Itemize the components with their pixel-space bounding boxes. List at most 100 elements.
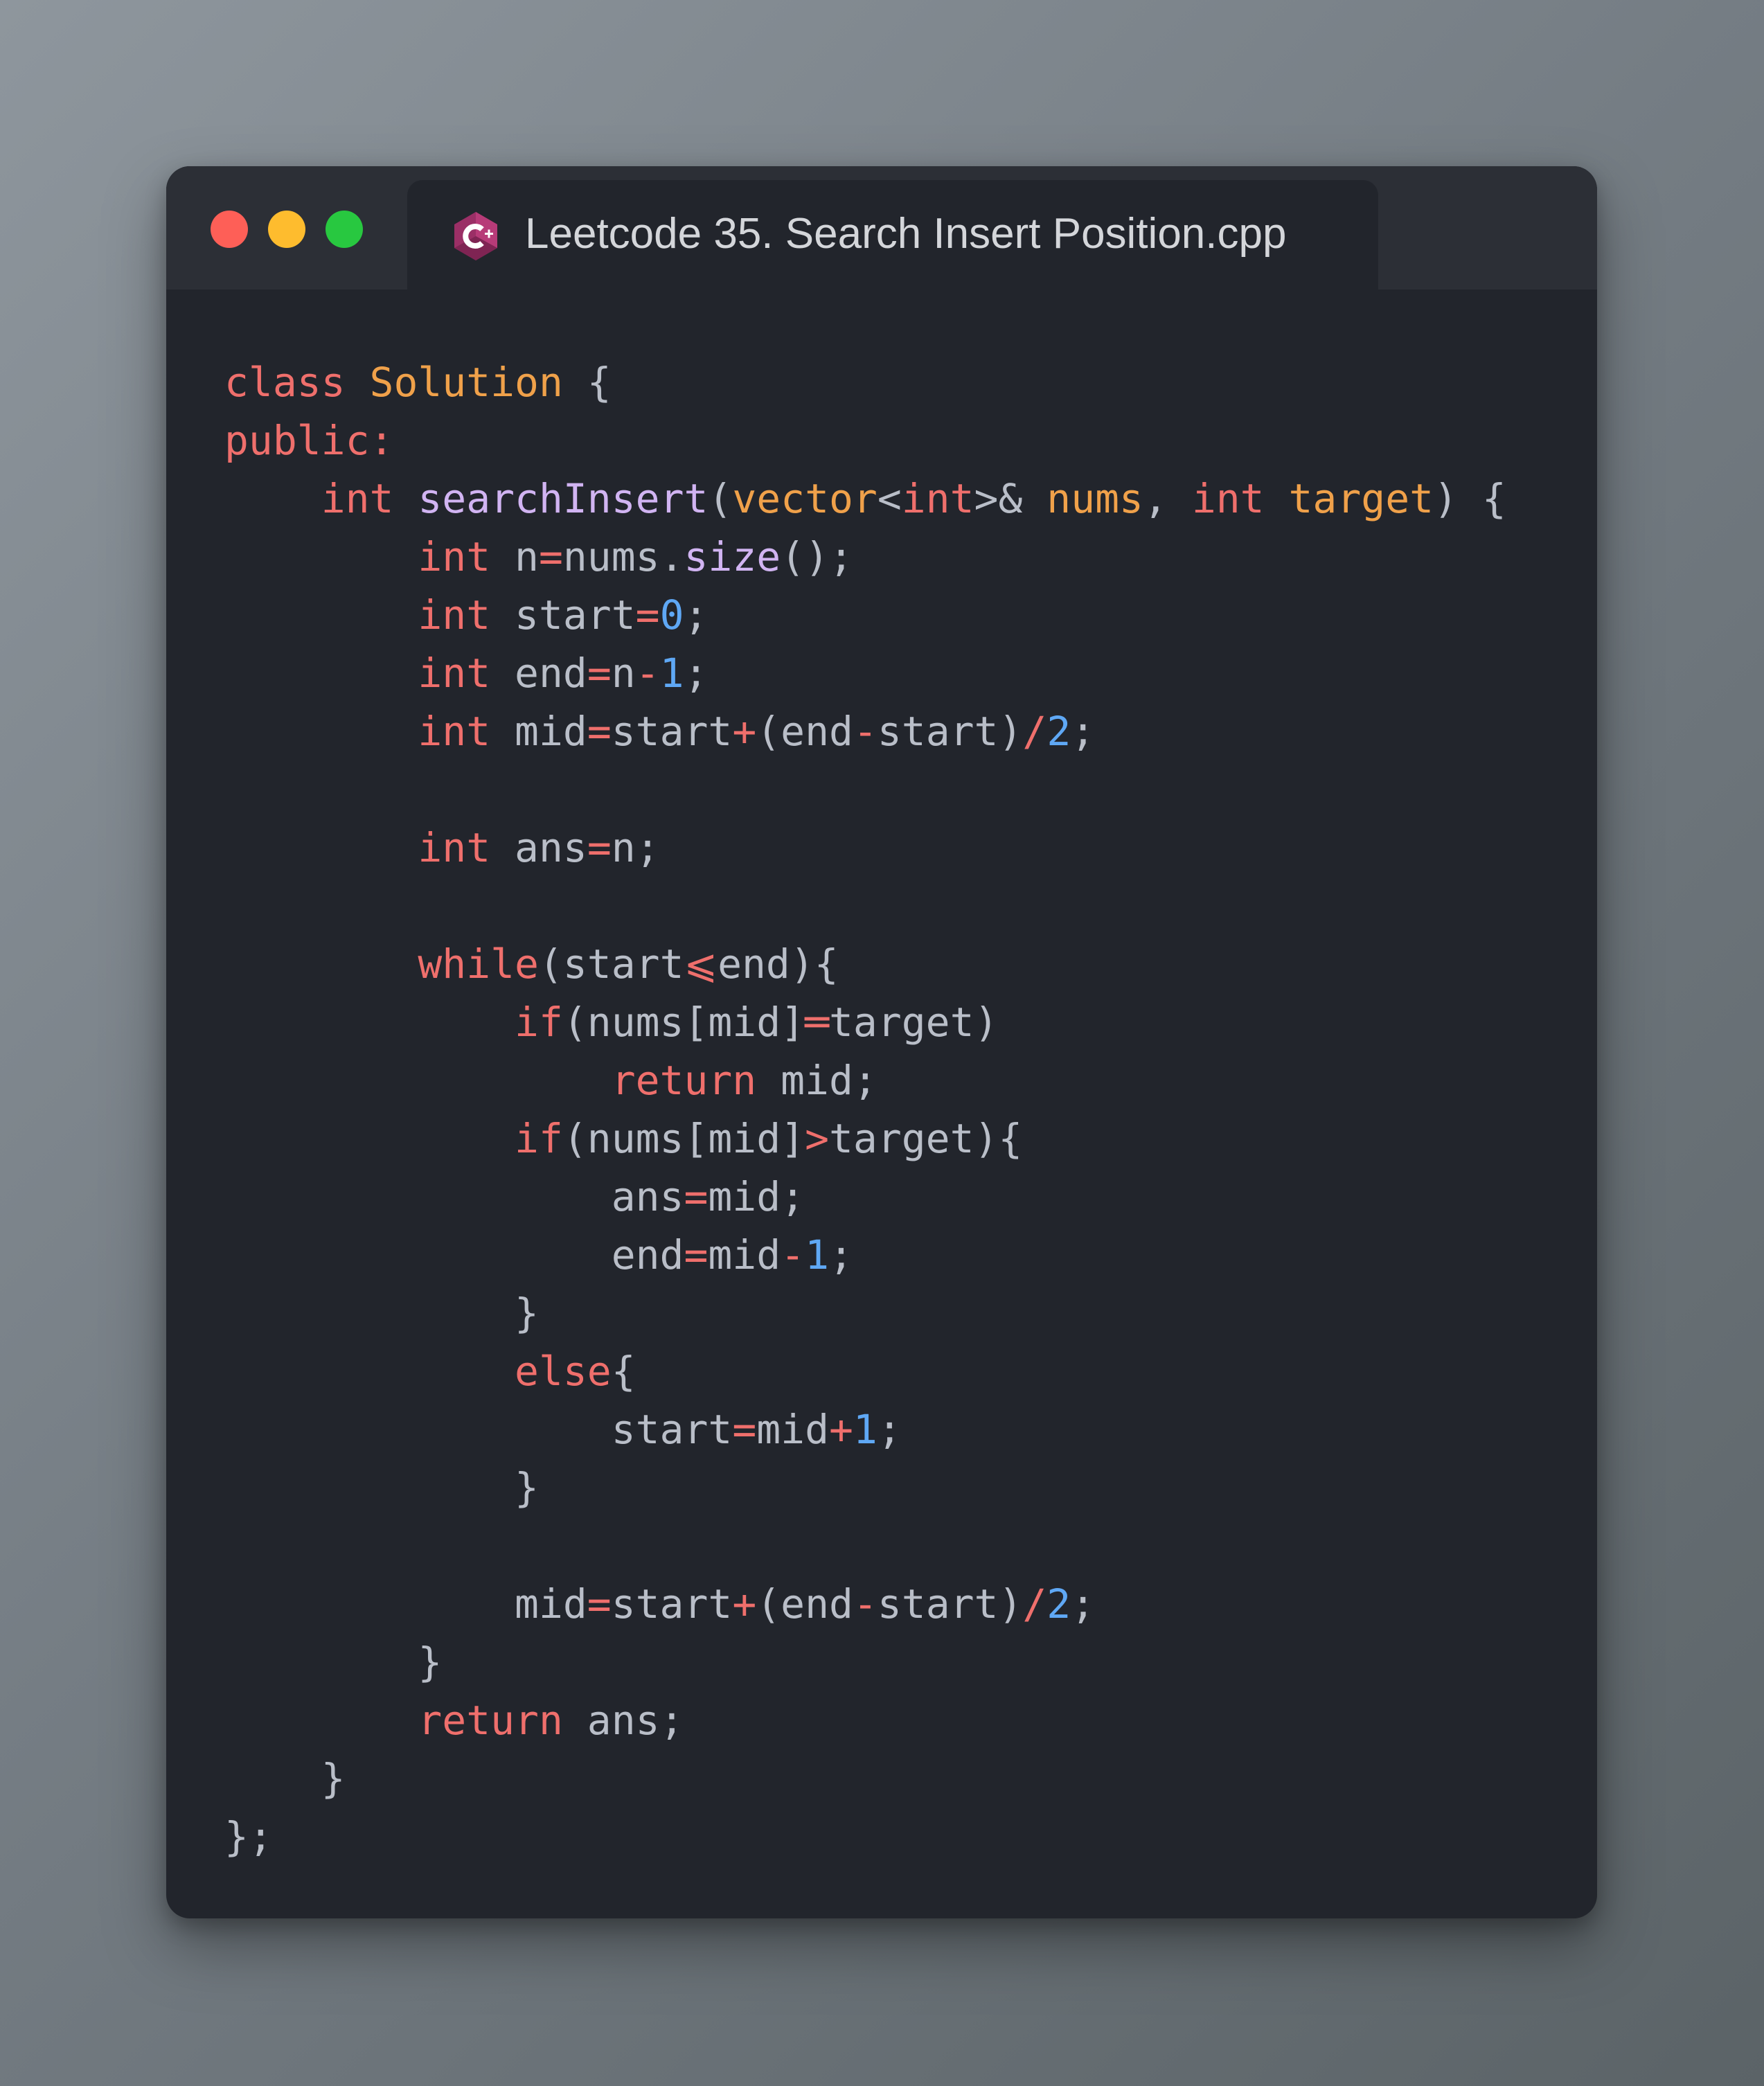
code-line: int mid=start+(end-start)/2;	[224, 702, 1506, 760]
code-token-keyword: else	[515, 1348, 612, 1395]
file-tab-title: Leetcode 35. Search Insert Position.cpp	[525, 210, 1287, 258]
code-token-plain: (	[708, 475, 733, 522]
code-token-keyword: int	[418, 824, 491, 871]
code-token-plain: ();	[781, 533, 853, 580]
code-token-plain: mid	[756, 1406, 829, 1453]
code-token-plain: ;	[684, 591, 709, 639]
code-token-plain: mid	[224, 1580, 587, 1628]
code-token-plain: start	[490, 591, 636, 639]
code-token-operator: +	[732, 708, 757, 755]
code-line: int start=0;	[224, 586, 1506, 644]
code-token-operator: =	[684, 1231, 709, 1278]
code-token-keyword: int	[901, 475, 974, 522]
code-token-keyword: int	[418, 591, 491, 639]
code-token-keyword: return	[418, 1697, 563, 1744]
code-token-param: target	[1288, 475, 1434, 522]
code-token-operator: ⩽	[684, 941, 718, 988]
code-line: return ans;	[224, 1691, 1506, 1749]
code-token-plain: start	[611, 1580, 733, 1628]
code-line: start=mid+1;	[224, 1400, 1506, 1459]
code-token-plain: {	[562, 359, 612, 406]
code-token-keyword: int	[1191, 475, 1265, 522]
code-token-plain: };	[224, 1813, 273, 1860]
code-token-plain: end	[490, 650, 587, 697]
code-token-keyword: int	[418, 650, 491, 697]
code-line: int end=n-1;	[224, 644, 1506, 702]
code-token-plain: (end	[756, 708, 853, 755]
minimize-button[interactable]	[268, 211, 305, 248]
code-token-number: 0	[659, 591, 684, 639]
code-token-plain: end){	[718, 941, 839, 988]
code-token-operator: /	[1022, 1580, 1047, 1628]
code-token-number: 1	[853, 1406, 877, 1453]
code-token-plain: (nums[mid]	[562, 1115, 805, 1162]
code-token-func: searchInsert	[418, 475, 709, 522]
code-token-plain: mid;	[708, 1173, 805, 1220]
code-token-plain: ;	[1071, 1580, 1096, 1628]
code-token-number: 1	[805, 1231, 829, 1278]
code-token-operator: =	[635, 591, 660, 639]
code-token-operator: >	[805, 1115, 829, 1162]
code-token-plain: >&	[974, 475, 1047, 522]
code-token-plain: ans	[224, 1173, 684, 1220]
maximize-button[interactable]	[326, 211, 363, 248]
code-token-operator: =	[538, 533, 563, 580]
code-token-func: size	[684, 533, 781, 580]
code-token-operator: =	[732, 1406, 757, 1453]
code-token-plain: start)	[877, 1580, 1023, 1628]
code-line: return mid;	[224, 1051, 1506, 1109]
code-token-plain: (start	[538, 941, 684, 988]
code-token-plain: ;	[684, 650, 709, 697]
code-token-number: 2	[1046, 708, 1071, 755]
code-token-operator: +	[829, 1406, 853, 1453]
code-token-plain: n	[490, 533, 539, 580]
code-token-plain: ans	[490, 824, 587, 871]
code-token-number: 1	[659, 650, 684, 697]
code-token-operator: =	[587, 1580, 612, 1628]
code-token-operator: =	[587, 824, 612, 871]
code-token-number: 2	[1046, 1580, 1071, 1628]
code-token-param: nums	[1046, 475, 1143, 522]
code-token-plain: start	[611, 708, 733, 755]
code-token-type: Solution	[369, 359, 563, 406]
code-token-operator: /	[1022, 708, 1047, 755]
code-line: class Solution {	[224, 353, 1506, 411]
code-line: int n=nums.size();	[224, 528, 1506, 586]
close-button[interactable]	[211, 211, 248, 248]
code-token-keyword: class	[224, 359, 346, 406]
code-token-keyword: return	[611, 1057, 757, 1104]
code-line: }	[224, 1749, 1506, 1808]
code-token-keyword: if	[515, 1115, 563, 1162]
code-token-operator: -	[781, 1231, 805, 1278]
code-line: }	[224, 1284, 1506, 1342]
code-line: else{	[224, 1342, 1506, 1400]
code-token-keyword: int	[418, 708, 491, 755]
code-token-plain: start)	[877, 708, 1023, 755]
code-editor[interactable]: class Solution { public: int searchInsert…	[224, 353, 1506, 1866]
code-line: }	[224, 1633, 1506, 1691]
code-token-keyword: int	[321, 475, 394, 522]
file-tab[interactable]: Leetcode 35. Search Insert Position.cpp	[407, 180, 1378, 289]
code-token-plain: n	[611, 650, 636, 697]
code-token-plain: n;	[611, 824, 660, 871]
code-token-keyword: public:	[224, 417, 394, 464]
code-line: }	[224, 1459, 1506, 1517]
code-token-plain: <	[877, 475, 902, 522]
code-token-operator: =	[587, 650, 612, 697]
code-token-operator: -	[635, 650, 660, 697]
code-token-plain: mid;	[756, 1057, 877, 1104]
code-token-plain: {	[611, 1348, 636, 1395]
